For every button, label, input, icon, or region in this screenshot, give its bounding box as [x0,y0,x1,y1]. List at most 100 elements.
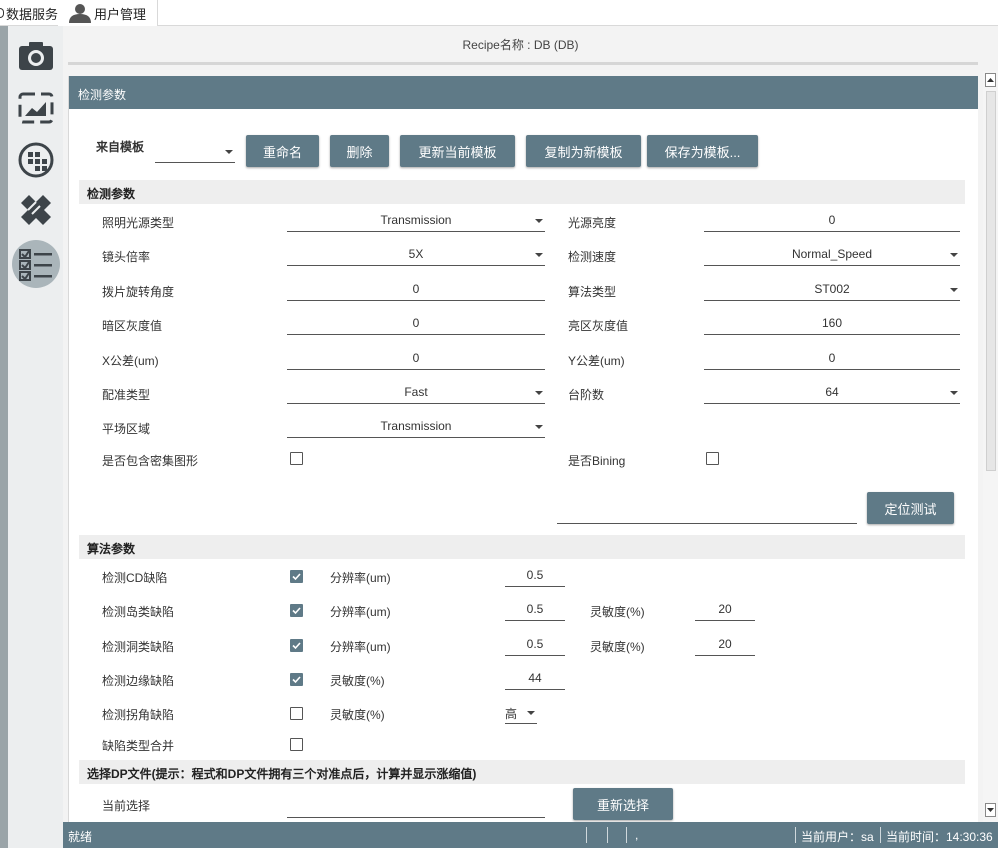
user-icon [69,4,91,23]
dark-gray-input[interactable]: 0 [287,313,545,335]
param-label: 灵敏度(%) [590,640,645,654]
section-dp-file: 选择DP文件(提示：程式和DP文件拥有三个对准点后，计算并显示涨缩值) [79,760,965,784]
defect-edge-checkbox[interactable] [290,673,303,686]
current-selection-field[interactable] [287,796,545,818]
algorithm-type-select[interactable]: ST002 [704,279,960,301]
light-brightness-input[interactable]: 0 [704,210,960,232]
rename-button[interactable]: 重命名 [246,135,319,167]
locate-result-field[interactable] [557,500,857,524]
chevron-down-icon [527,711,535,715]
merge-defect-label: 缺陷类型合并 [102,739,175,753]
step-count-select[interactable]: 64 [704,382,960,404]
current-user: 当前用户：sa [801,830,874,844]
divider [68,62,978,65]
param-label: 灵敏度(%) [590,605,645,619]
chevron-down-icon [535,391,543,395]
checkmark-icon [292,573,301,581]
merge-defect-checkbox[interactable] [290,738,303,751]
defect-corner-label: 检测拐角缺陷 [102,708,175,722]
current-selection-label: 当前选择 [102,799,151,813]
sidebar-stripe [0,26,8,848]
chevron-down-icon [950,253,958,257]
sidebar-item-image[interactable] [12,84,60,132]
camera-icon [19,42,53,70]
hole-resolution-input[interactable]: 0.5 [505,634,565,656]
field-label: 照明光源类型 [102,216,175,230]
field-label: 配准类型 [102,388,151,402]
defect-cd-checkbox[interactable] [290,570,303,583]
field-label: 平场区域 [102,422,151,436]
dense-pattern-label: 是否包含密集图形 [102,454,199,468]
divider [880,827,881,843]
field-label: 算法类型 [568,285,617,299]
vertical-scrollbar[interactable] [983,71,998,822]
param-label: 分辨率(um) [330,571,391,585]
defect-island-label: 检测岛类缺陷 [102,605,175,619]
sidebar-item-camera[interactable] [12,32,60,80]
template-select[interactable] [155,141,235,163]
defect-hole-checkbox[interactable] [290,639,303,652]
tab-data-service[interactable]: 数据服务 [0,0,58,26]
locate-test-button[interactable]: 定位测试 [867,492,954,524]
scroll-down-button[interactable] [985,803,996,817]
ruler-pencil-icon [21,195,51,225]
field-label: 镜头倍率 [102,250,151,264]
scroll-up-button[interactable] [985,73,996,87]
checkmark-icon [292,676,301,684]
arrow-down-icon [987,808,994,812]
scroll-thumb[interactable] [986,91,996,471]
defect-edge-label: 检测边缘缺陷 [102,674,175,688]
field-label: 台阶数 [568,388,605,402]
tab-label: 数据服务 [6,6,59,22]
dense-pattern-checkbox[interactable] [290,452,303,465]
recipe-title: Recipe名称 : DB (DB) [462,38,579,52]
param-label: 灵敏度(%) [330,708,385,722]
alignment-type-select[interactable]: Fast [287,382,545,404]
detection-speed-select[interactable]: Normal_Speed [704,244,960,266]
chevron-down-icon [225,150,233,154]
tab-label: 用户管理 [94,6,147,22]
bright-gray-input[interactable]: 160 [704,313,960,335]
chevron-down-icon [535,425,543,429]
main-content: Recipe名称 : DB (DB) 检测参数 来自模板 重命名 删除 更新当前… [63,26,998,822]
flat-field-region-select[interactable]: Transmission [287,416,545,438]
binning-checkbox[interactable] [706,452,719,465]
tab-user-management[interactable]: 用户管理 [58,0,158,26]
reselect-button[interactable]: 重新选择 [573,788,673,820]
sidebar-item-tools[interactable] [12,186,60,234]
binning-label: 是否Bining [568,454,626,468]
divider [626,827,627,843]
light-source-type-select[interactable]: Transmission [287,210,545,232]
island-sensitivity-input[interactable]: 20 [695,599,755,621]
update-template-button[interactable]: 更新当前模板 [400,135,515,167]
island-resolution-input[interactable]: 0.5 [505,599,565,621]
section-algorithm-params: 算法参数 [79,535,965,559]
field-label: Y公差(um) [568,354,625,368]
arrow-up-icon [987,78,994,82]
delete-button[interactable]: 删除 [330,135,389,167]
template-label: 来自模板 [96,140,145,154]
field-label: 暗区灰度值 [102,319,163,333]
left-sidebar [0,26,63,848]
divider [607,827,608,843]
y-tolerance-input[interactable]: 0 [704,348,960,370]
status-dot: , [635,828,639,842]
edge-sensitivity-input[interactable]: 44 [505,668,565,690]
status-ready: 就绪 [68,830,93,844]
sidebar-item-checklist[interactable] [12,240,60,288]
defect-island-checkbox[interactable] [290,604,303,617]
field-label: 检测速度 [568,250,617,264]
cd-resolution-input[interactable]: 0.5 [505,565,565,587]
x-tolerance-input[interactable]: 0 [287,348,545,370]
section-detection-params: 检测参数 [79,180,965,204]
chevron-down-icon [950,288,958,292]
sidebar-item-wafer[interactable] [12,136,60,184]
status-bar: 就绪 , 当前用户：sa 当前时间：14:30:36 [63,822,998,848]
corner-sensitivity-select[interactable]: 高 [505,702,537,724]
save-as-template-button[interactable]: 保存为模板... [647,135,758,167]
defect-corner-checkbox[interactable] [290,707,303,720]
hole-sensitivity-input[interactable]: 20 [695,634,755,656]
copy-template-button[interactable]: 复制为新模板 [526,135,641,167]
lens-magnification-select[interactable]: 5X [287,244,545,266]
rotation-angle-input[interactable]: 0 [287,279,545,301]
